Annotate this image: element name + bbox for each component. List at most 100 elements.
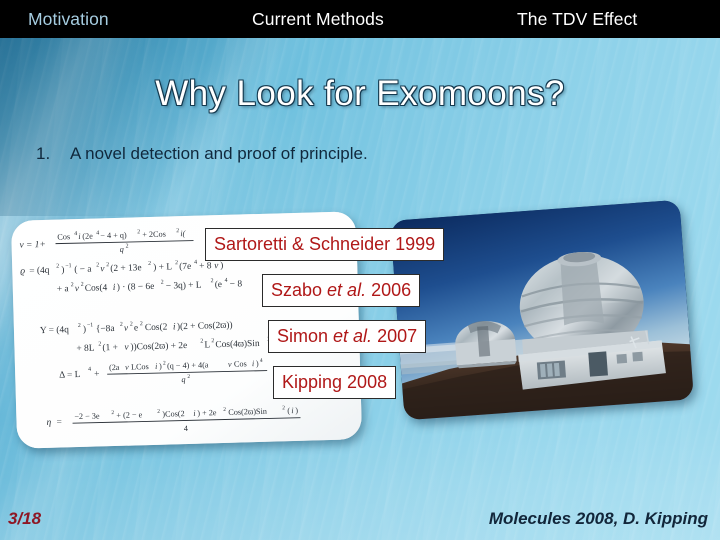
svg-text:4: 4 xyxy=(260,358,263,364)
svg-text:2: 2 xyxy=(96,262,99,268)
svg-text:)Cos(2: )Cos(2 xyxy=(162,409,185,419)
svg-text:) + 2e: ) + 2e xyxy=(197,408,217,418)
svg-text:{−8a: {−8a xyxy=(96,324,116,335)
svg-text:Cos(4: Cos(4 xyxy=(85,282,108,294)
svg-text:Cos: Cos xyxy=(234,359,247,368)
svg-text:2: 2 xyxy=(223,407,226,413)
svg-text:2: 2 xyxy=(175,260,178,266)
svg-text:(1 +: (1 + xyxy=(102,342,118,353)
svg-text:+ 2Cos: + 2Cos xyxy=(142,230,166,240)
svg-text:v: v xyxy=(228,360,232,369)
svg-text:4: 4 xyxy=(184,424,188,433)
svg-text:− 8: − 8 xyxy=(230,279,243,289)
svg-text:L: L xyxy=(204,340,210,350)
nav-item-motivation[interactable]: Motivation xyxy=(28,6,109,32)
svg-text:+: + xyxy=(94,369,100,379)
svg-text:+ (2 − e: + (2 − e xyxy=(116,410,142,420)
svg-text:Cos(4ϖ)Sin: Cos(4ϖ)Sin xyxy=(215,338,260,350)
svg-text:= (4q: = (4q xyxy=(29,265,50,277)
top-nav-bar: Motivation Current Methods The TDV Effec… xyxy=(0,0,720,38)
svg-text:4: 4 xyxy=(96,230,99,236)
svg-text:2: 2 xyxy=(148,261,151,267)
svg-text:LCos: LCos xyxy=(131,362,149,371)
svg-text:4: 4 xyxy=(74,231,77,237)
svg-text:− 3q) + L: − 3q) + L xyxy=(166,280,202,292)
svg-text:(q − 4) + 4(a: (q − 4) + 4(a xyxy=(167,360,209,370)
svg-text:2: 2 xyxy=(106,262,109,268)
svg-text:))Cos(2ϖ) + 2e: ))Cos(2ϖ) + 2e xyxy=(130,340,187,353)
citation-pre: Szabo xyxy=(271,280,328,300)
svg-text:Cos: Cos xyxy=(57,232,70,241)
svg-text:+ a: + a xyxy=(57,284,70,294)
svg-text:− 4 + q): − 4 + q) xyxy=(100,231,127,241)
svg-text:2: 2 xyxy=(163,361,166,367)
nav-item-current-methods[interactable]: Current Methods xyxy=(252,6,384,32)
bullet-number: 1. xyxy=(36,144,51,163)
svg-text:2: 2 xyxy=(161,280,164,286)
svg-text:)(2 + Cos(2ϖ)): )(2 + Cos(2ϖ)) xyxy=(177,320,233,333)
svg-text:+ 8: + 8 xyxy=(199,261,212,271)
svg-text:v = 1+: v = 1+ xyxy=(19,240,45,251)
svg-text:=: = xyxy=(56,418,62,428)
slide: Motivation Current Methods The TDV Effec… xyxy=(0,0,720,540)
svg-text:2: 2 xyxy=(140,321,143,327)
svg-text:2: 2 xyxy=(200,339,203,345)
slide-title: Why Look for Exomoons? xyxy=(155,74,565,113)
svg-text:Δ = L: Δ = L xyxy=(59,370,81,381)
citation-pre: Sartoretti & Schneider 1999 xyxy=(214,234,436,254)
svg-text:) + L: ) + L xyxy=(153,261,172,273)
svg-text:2: 2 xyxy=(130,321,133,327)
svg-text:q: q xyxy=(120,245,124,254)
nav-item-the-tdv-effect[interactable]: The TDV Effect xyxy=(517,6,637,32)
svg-text:e: e xyxy=(134,323,138,333)
presentation-source: Molecules 2008, D. Kipping xyxy=(488,509,708,528)
citation-post: 2006 xyxy=(366,280,412,300)
svg-text:) · (8 − 6e: ) · (8 − 6e xyxy=(117,281,155,293)
citation-box-sartoretti-schneider-1999: Sartoretti & Schneider 1999 xyxy=(205,228,445,261)
svg-text:(2e: (2e xyxy=(82,232,93,241)
svg-text:): ) xyxy=(61,264,64,275)
bullet-list-item-1: 1. A novel detection and proof of princi… xyxy=(36,142,368,166)
citation-pre: Simon xyxy=(277,326,334,346)
svg-text:( − a: ( − a xyxy=(74,264,92,276)
svg-text:−2 − 3e: −2 − 3e xyxy=(74,411,100,421)
citation-box-szabo-2006: Szabo et al. 2006 xyxy=(262,274,421,307)
bullet-text: A novel detection and proof of principle… xyxy=(70,144,368,163)
svg-text:2: 2 xyxy=(187,374,190,380)
svg-text:η: η xyxy=(46,418,51,428)
svg-text:(2a: (2a xyxy=(109,363,120,372)
svg-text:2: 2 xyxy=(137,229,140,235)
citation-box-simon-2007: Simon et al. 2007 xyxy=(268,320,427,353)
background-shadow-corner xyxy=(0,36,300,216)
svg-text:2: 2 xyxy=(111,410,114,416)
svg-text:2: 2 xyxy=(120,322,123,328)
svg-text:(: ( xyxy=(287,406,290,415)
svg-text:+ 8L: + 8L xyxy=(76,344,95,355)
svg-text:2: 2 xyxy=(282,405,285,411)
svg-text:Cos(2: Cos(2 xyxy=(145,322,168,334)
svg-text:2: 2 xyxy=(211,278,214,284)
svg-text:−1: −1 xyxy=(65,263,72,269)
svg-text:ϱ: ϱ xyxy=(20,266,25,276)
citation-pre: Kipping 2008 xyxy=(282,372,388,392)
svg-text:2: 2 xyxy=(81,282,84,288)
citation-post: 2007 xyxy=(372,326,418,346)
svg-text:4: 4 xyxy=(194,260,197,266)
svg-text:Υ = (4q: Υ = (4q xyxy=(40,324,70,336)
svg-text:2: 2 xyxy=(98,341,101,347)
svg-text:): ) xyxy=(256,359,259,368)
svg-text:(7e: (7e xyxy=(179,261,191,272)
svg-text:2: 2 xyxy=(56,264,59,270)
citation-box-kipping-2008: Kipping 2008 xyxy=(273,366,397,399)
citation-em: et al. xyxy=(327,280,367,300)
svg-text:4: 4 xyxy=(225,278,228,284)
svg-text:q: q xyxy=(181,375,185,384)
svg-text:−1: −1 xyxy=(87,323,94,329)
svg-text:2: 2 xyxy=(211,338,214,344)
citation-em: et al. xyxy=(333,326,373,346)
svg-text:2: 2 xyxy=(157,409,160,415)
svg-text:Cos(2ϖ)Sin: Cos(2ϖ)Sin xyxy=(228,407,267,417)
svg-text:v: v xyxy=(125,363,129,372)
svg-text:2: 2 xyxy=(176,228,179,234)
svg-text:4: 4 xyxy=(88,367,91,373)
